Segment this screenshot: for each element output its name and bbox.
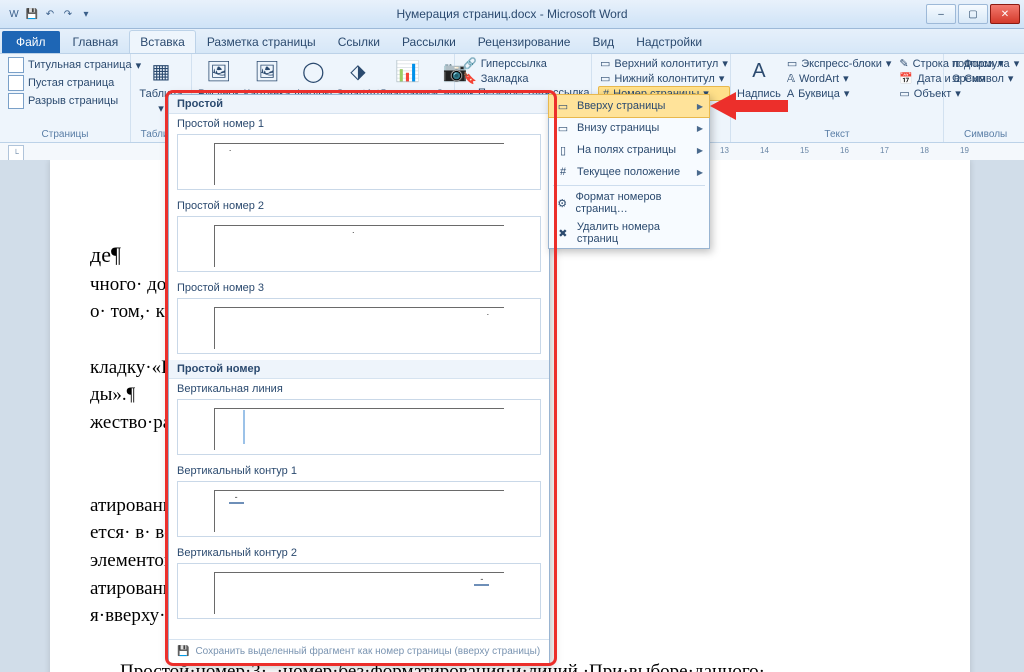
close-button[interactable]: ✕ [990,4,1020,24]
ruler-tab-icon[interactable]: └ [8,145,24,161]
menu-top-of-page[interactable]: ▭Вверху страницы▶ [548,94,710,118]
redo-icon[interactable]: ↷ [60,6,76,22]
title-bar: W 💾 ↶ ↷ ▾ Нумерация страниц.docx - Micro… [0,0,1024,29]
gallery-category-simple: Простой [169,95,549,114]
table-icon: ▦ [146,56,176,86]
textbox-button[interactable]: AНадпись▾ [737,56,781,115]
gallery-item-2[interactable]: Простой номер 2 · [169,196,549,278]
menu-format-numbers[interactable]: ⚙Формат номеров страниц… [549,188,709,218]
header-button[interactable]: ▭ Верхний колонтитул ▾ [598,56,730,71]
tab-view[interactable]: Вид [581,30,625,53]
smartart-icon: ⬗ [343,56,373,86]
format-icon: ⚙ [555,195,569,211]
cover-page-button[interactable]: Титульная страница ▾ [6,56,143,74]
tab-home[interactable]: Главная [62,30,130,53]
tab-layout[interactable]: Разметка страницы [196,30,327,53]
picture-icon: 🖼 [204,56,234,86]
gallery-item-5[interactable]: Вертикальный контур 1 - [169,461,549,543]
page-number-gallery: Простой Простой номер 1 · Простой номер … [168,94,550,664]
margins-icon: ▯ [555,142,571,158]
group-symbols-label: Символы [950,129,1021,142]
undo-icon[interactable]: ↶ [42,6,58,22]
footer-button[interactable]: ▭ Нижний колонтитул ▾ [598,71,730,86]
gallery-item-6[interactable]: Вертикальный контур 2 - [169,543,549,625]
menu-bottom-of-page[interactable]: ▭Внизу страницы▶ [549,117,709,139]
ribbon-tabs: Файл Главная Вставка Разметка страницы С… [0,29,1024,54]
group-pages-label: Страницы [6,129,124,142]
window-title: Нумерация страниц.docx - Microsoft Word [0,7,1024,21]
minimize-button[interactable]: ‒ [926,4,956,24]
wordart-button[interactable]: 𝔸 WordArt ▾ [785,71,894,86]
clipart-icon: 🖼 [252,56,282,86]
current-pos-icon: # [555,164,571,180]
shapes-icon: ◯ [298,56,328,86]
blank-page-button[interactable]: Пустая страница [6,74,143,92]
quick-access-toolbar: W 💾 ↶ ↷ ▾ [0,4,100,24]
bottom-page-icon: ▭ [555,120,571,136]
quickparts-button[interactable]: ▭ Экспресс-блоки ▾ [785,56,894,71]
page-break-button[interactable]: Разрыв страницы [6,92,143,110]
remove-icon: ✖ [555,225,571,241]
textbox-icon: A [744,56,774,86]
gallery-item-3[interactable]: Простой номер 3 · [169,278,549,360]
menu-page-margins[interactable]: ▯На полях страницы▶ [549,139,709,161]
group-text-label: Текст [737,129,937,142]
symbol-button[interactable]: Ω Символ ▾ [950,71,1021,86]
word-icon: W [6,6,22,22]
dropcap-button[interactable]: A Буквица ▾ [785,86,894,101]
gallery-save-selection[interactable]: 💾Сохранить выделенный фрагмент как номер… [169,639,549,663]
menu-remove-numbers[interactable]: ✖Удалить номера страниц [549,218,709,248]
page-number-menu: ▭Вверху страницы▶ ▭Внизу страницы▶ ▯На п… [548,94,710,249]
hyperlink-button[interactable]: 🔗 Гиперссылка [461,56,592,71]
tab-addins[interactable]: Надстройки [625,30,713,53]
menu-current-position[interactable]: #Текущее положение▶ [549,161,709,183]
tab-review[interactable]: Рецензирование [467,30,582,53]
gallery-item-4[interactable]: Вертикальная линия [169,379,549,461]
qat-more-icon[interactable]: ▾ [78,6,94,22]
gallery-item-1[interactable]: Простой номер 1 · [169,114,549,196]
tab-insert[interactable]: Вставка [129,30,196,53]
gallery-category-simple2: Простой номер [169,360,549,379]
equation-button[interactable]: π Формула ▾ [950,56,1021,71]
chart-icon: 📊 [393,56,423,86]
tab-references[interactable]: Ссылки [327,30,391,53]
tab-file[interactable]: Файл [2,31,60,53]
save-icon: 💾 [177,646,189,657]
top-page-icon: ▭ [555,98,571,114]
maximize-button[interactable]: ▢ [958,4,988,24]
save-icon[interactable]: 💾 [24,6,40,22]
tab-mailings[interactable]: Рассылки [391,30,467,53]
bookmark-button[interactable]: 🔖 Закладка [461,71,592,86]
